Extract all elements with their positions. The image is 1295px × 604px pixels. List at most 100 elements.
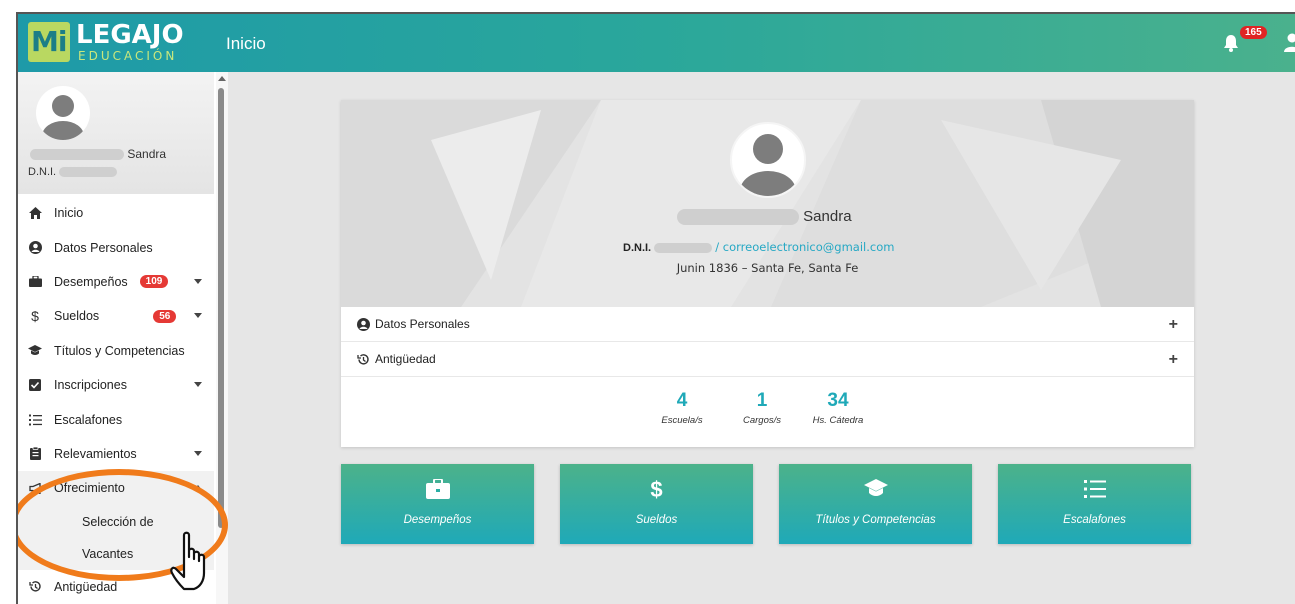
briefcase-icon [341,479,534,499]
avatar [36,86,90,140]
profile-hero: Sandra D.N.I. / correoelectronico@gmail.… [341,100,1194,307]
tile-label: Sueldos [635,514,678,526]
profile-dni: D.N.I. [28,166,118,178]
sidebar: Sandra D.N.I. Inicio Datos Personales De… [18,72,228,604]
scroll-up-arrow-icon[interactable] [218,76,226,81]
sidebar-item-label: Ofrecimiento [54,481,125,496]
profile-avatar [730,122,806,198]
tile-label: Desempeños [403,514,472,526]
sidebar-item-label: Títulos y Competencias [54,343,185,358]
bell-icon[interactable] [1223,34,1239,52]
profile-name-text: Sandra [127,147,167,161]
sidebar-item-escalafones[interactable]: Escalafones [18,402,214,436]
user-menu-icon[interactable] [1284,32,1295,52]
sidebar-profile: Sandra D.N.I. [18,72,214,194]
tile-desempenos[interactable]: Desempeños [341,464,534,544]
redacted-surname [30,149,124,161]
check-square-icon [28,378,42,392]
tile-sueldos[interactable]: $ Sueldos [560,464,753,544]
chevron-down-icon [194,278,202,284]
sidebar-item-desempenos[interactable]: Desempeños 109 [18,265,214,299]
stat-value: 1 [756,390,768,411]
stat-label: Hs. Cátedra [812,415,864,426]
megaphone-icon [28,481,42,495]
expand-plus-icon[interactable]: + [1169,351,1178,369]
dni-label: D.N.I. [28,166,57,178]
sidebar-item-datos-personales[interactable]: Datos Personales [18,230,214,264]
sidebar-item-relevamientos[interactable]: Relevamientos [18,437,214,471]
email-link[interactable]: / correoelectronico@gmail.com [715,240,894,254]
sidebar-scrollbar[interactable] [216,72,228,604]
sidebar-item-label: Inicio [54,206,84,221]
redacted-surname [677,209,799,226]
stat-value: 4 [676,390,688,411]
sidebar-item-label: Datos Personales [54,240,153,255]
scroll-thumb[interactable] [218,88,224,528]
profile-contact-line: D.N.I. / correoelectronico@gmail.com [623,240,894,254]
sidebar-item-label: Inscripciones [54,378,127,393]
history-icon [28,580,42,594]
dni-label: D.N.I. [623,242,652,254]
logo-mi-text: Mi [31,25,67,58]
chevron-up-icon [194,485,202,491]
redacted-dni [59,167,118,178]
count-badge: 109 [139,275,169,289]
sidebar-item-label: Antigüedad [54,579,118,594]
stats-row: 4 Escuela/s 1 Cargos/s 34 Hs. Cátedra [341,380,1194,447]
tile-label: Títulos y Competencias [815,514,936,526]
chevron-down-icon [194,313,202,319]
sidebar-item-titulos[interactable]: Títulos y Competencias [18,334,214,368]
profile-name-text: Sandra [803,208,852,225]
profile-card: Sandra D.N.I. / correoelectronico@gmail.… [341,100,1194,447]
sidebar-item-ofrecimiento[interactable]: Ofrecimiento [18,471,214,506]
logo-legajo-text: LEGAJO [76,20,184,50]
chevron-down-icon [194,450,202,456]
section-label: Datos Personales [375,317,470,331]
notification-badge: 165 [1240,26,1267,39]
sidebar-item-sueldos[interactable]: $ Sueldos 56 [18,299,214,333]
sidebar-item-inicio[interactable]: Inicio [18,196,214,230]
avatar-placeholder-icon [42,95,84,140]
briefcase-icon [28,275,42,289]
home-icon [28,206,42,220]
hand-pointer-icon [170,531,206,591]
profile-address: Junin 1836 – Santa Fe, Santa Fe [676,261,859,275]
stat-value: 34 [827,390,849,411]
graduation-cap-icon [779,479,972,497]
sidebar-item-label: Relevamientos [54,446,137,461]
dollar-icon: $ [650,477,663,502]
user-circle-icon [357,317,370,331]
expand-plus-icon[interactable]: + [1169,316,1178,334]
app-window: Mi LEGAJO EDUCACIÓN Inicio 165 Sandra D.… [16,12,1295,604]
user-circle-icon [28,241,42,255]
tile-escalafones[interactable]: Escalafones [998,464,1191,544]
sidebar-item-inscripciones[interactable]: Inscripciones [18,368,214,402]
stat-label: Cargos/s [742,415,781,426]
top-bar: Mi LEGAJO EDUCACIÓN Inicio 165 [18,14,1295,72]
redacted-dni [654,243,713,254]
section-datos-personales[interactable]: Datos Personales + [341,307,1194,342]
logo-badge[interactable]: Mi [28,22,70,62]
stat-escuelas: 4 Escuela/s [647,390,717,426]
profile-name: Sandra [30,147,166,161]
profile-full-name: Sandra [677,208,852,226]
stat-cargos: 1 Cargos/s [729,390,795,426]
sidebar-item-label: Sueldos [54,309,100,324]
section-antiguedad[interactable]: Antigüedad + [341,342,1194,377]
list-ol-icon [998,479,1191,499]
avatar-placeholder-icon [740,134,796,196]
logo-educacion-text: EDUCACIÓN [78,49,178,63]
sidebar-item-label: Escalafones [54,412,123,427]
chevron-down-icon [194,381,202,387]
tile-titulos[interactable]: Títulos y Competencias [779,464,972,544]
stat-label: Escuela/s [661,415,703,426]
stat-hs-catedra: 34 Hs. Cátedra [803,390,873,426]
dollar-icon: $ [31,308,39,325]
list-ol-icon [28,413,42,427]
sidebar-item-label: Desempeños [54,274,128,289]
page-title: Inicio [226,34,266,53]
graduation-cap-icon [28,344,42,358]
history-icon [357,353,370,366]
clipboard-icon [28,447,42,461]
section-label: Antigüedad [375,352,436,366]
